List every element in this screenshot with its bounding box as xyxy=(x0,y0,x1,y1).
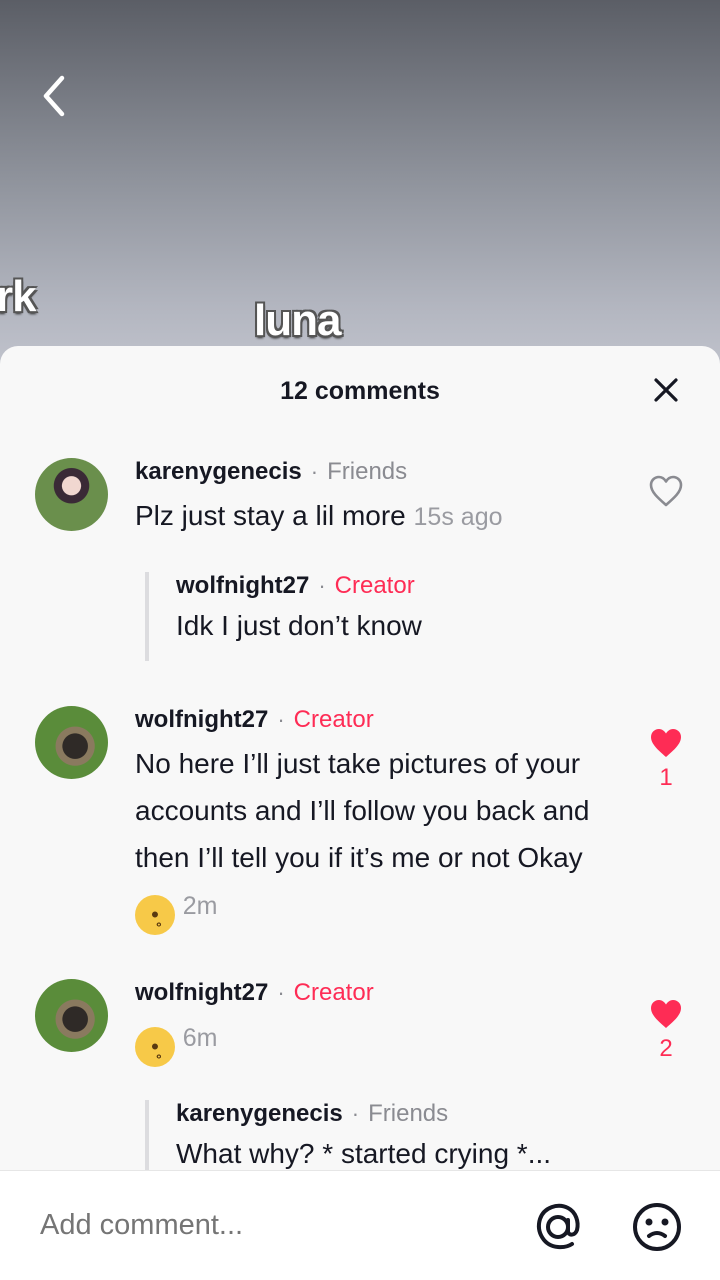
avatar[interactable] xyxy=(35,458,108,531)
close-icon xyxy=(654,378,678,402)
reply-text: Idk I just don’t know xyxy=(176,610,422,641)
mention-button[interactable] xyxy=(531,1200,585,1254)
reply-username[interactable]: wolfnight27 xyxy=(176,572,309,600)
creator-tag: Creator xyxy=(293,706,374,733)
comment-header: karenygenecis · Friends xyxy=(135,458,605,486)
comment-text: Plz just stay a lil more 15s ago xyxy=(135,492,605,541)
like-button[interactable]: 1 xyxy=(646,726,686,792)
heart-filled-icon xyxy=(651,729,681,757)
comment-username[interactable]: wolfnight27 xyxy=(135,706,268,734)
comment-body: wolfnight27 · Creator No here I’ll just … xyxy=(135,706,605,935)
comment-count-title: 12 comments xyxy=(280,376,440,405)
like-button[interactable] xyxy=(646,474,686,508)
back-button[interactable] xyxy=(30,68,76,124)
sheet-header: 12 comments xyxy=(0,346,720,436)
heart-outline-icon xyxy=(649,475,683,507)
like-button[interactable]: 2 xyxy=(646,997,686,1063)
video-overlay-text-left: rk xyxy=(0,272,37,321)
reply-item: karenygenecis · Friends What why? * star… xyxy=(145,1100,615,1170)
comment-time: 15s ago xyxy=(413,503,503,531)
comment-username[interactable]: karenygenecis xyxy=(135,458,302,486)
add-comment-input[interactable] xyxy=(40,1209,500,1242)
video-overlay-text-luna: luna xyxy=(254,296,341,345)
reply-username[interactable]: karenygenecis xyxy=(176,1100,343,1128)
emoji-button[interactable] xyxy=(630,1200,684,1254)
creator-tag: Creator xyxy=(293,979,374,1006)
comment-body: wolfnight27 · Creator •̥̥ 6m xyxy=(135,979,605,1067)
comment-text: No here I’ll just take pictures of your … xyxy=(135,740,605,935)
separator-dot: · xyxy=(351,1101,360,1126)
comment-body: karenygenecis · Friends Plz just stay a … xyxy=(135,458,605,541)
like-count: 2 xyxy=(659,1035,673,1062)
pleading-face-icon: •̥̥ xyxy=(135,1027,175,1067)
reply-item: wolfnight27 · Creator Idk I just don’t k… xyxy=(145,572,615,661)
comments-sheet: 12 comments karenygenecis · Friends Plz … xyxy=(0,346,720,1280)
reply-text: What why? * started crying *... xyxy=(176,1138,552,1169)
heart-filled-icon xyxy=(651,1000,681,1028)
friends-tag: Friends xyxy=(368,1100,449,1127)
comment-time: 6m xyxy=(182,1024,218,1052)
reply-header: karenygenecis · Friends xyxy=(176,1100,615,1128)
comments-list[interactable]: karenygenecis · Friends Plz just stay a … xyxy=(0,436,720,1170)
avatar[interactable] xyxy=(35,979,108,1052)
creator-tag: Creator xyxy=(334,572,415,599)
separator-dot: · xyxy=(277,980,285,1005)
comment-message: No here I’ll just take pictures of your … xyxy=(135,748,590,873)
comment-header: wolfnight27 · Creator xyxy=(135,979,605,1007)
comment-message: Plz just stay a lil more xyxy=(135,500,406,531)
avatar[interactable] xyxy=(35,706,108,779)
back-arrow-icon xyxy=(43,75,65,117)
reply-header: wolfnight27 · Creator xyxy=(176,572,615,600)
comment-username[interactable]: wolfnight27 xyxy=(135,979,268,1007)
separator-dot: · xyxy=(318,573,326,598)
comment-text: •̥̥ 6m xyxy=(135,1013,605,1067)
separator-dot: · xyxy=(277,707,285,732)
emoji-icon xyxy=(633,1203,681,1251)
comment-header: wolfnight27 · Creator xyxy=(135,706,605,734)
like-count: 1 xyxy=(659,764,673,791)
comment-time: 2m xyxy=(182,892,218,920)
pleading-face-icon: •̥̥ xyxy=(135,895,175,935)
comment-input-bar xyxy=(0,1170,720,1280)
separator-dot: · xyxy=(310,459,319,484)
close-button[interactable] xyxy=(650,374,682,406)
friends-tag: Friends xyxy=(327,458,408,485)
at-mention-icon xyxy=(537,1203,580,1250)
